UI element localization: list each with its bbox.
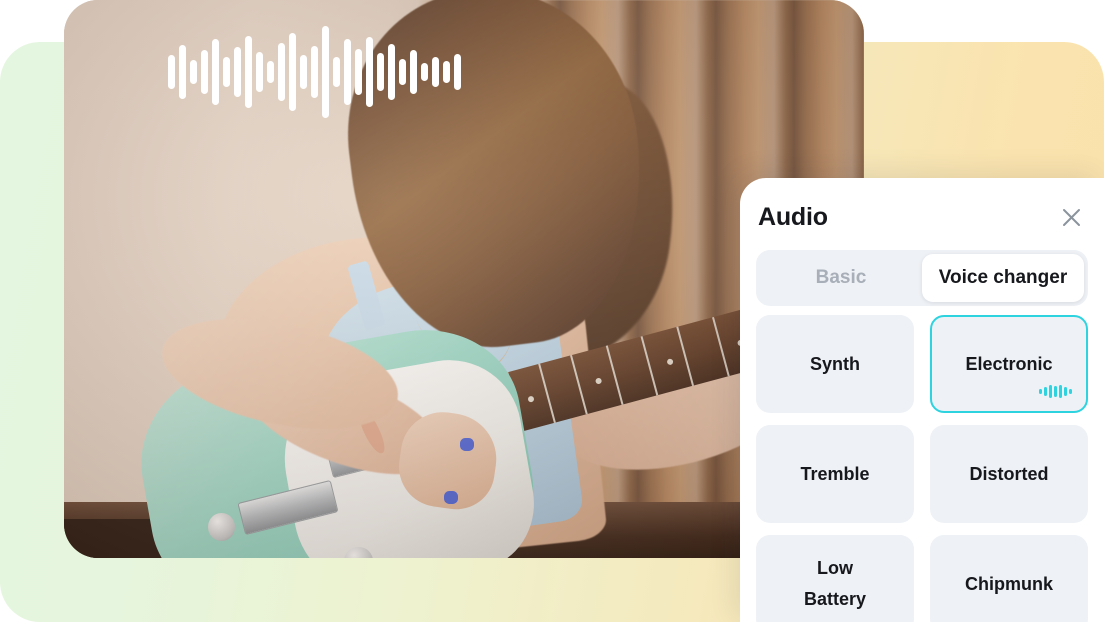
effect-card-label: Tremble [800,463,870,484]
waveform-bar [245,36,252,108]
waveform-bar [355,49,362,95]
screen-root: Audio Basic Voice changer Synth Electroni… [0,0,1104,622]
effect-card-label: Distorted [969,463,1049,484]
waveform-bar [234,47,241,97]
waveform-bar [344,39,351,105]
waveform-bar [300,55,307,89]
waveform-bar [289,33,296,111]
effect-card-label: Synth [809,353,860,374]
waveform-bar [432,57,439,87]
waveform-bar [322,26,329,118]
close-icon [1062,208,1080,226]
waveform-bar [256,52,263,92]
waveform-bar [223,57,230,87]
waveform-bar [377,53,384,91]
waveform-bar [333,57,340,87]
close-button[interactable] [1056,202,1086,232]
audio-mode-tabs: Basic Voice changer [756,250,1088,306]
page-title: Audio [758,202,828,231]
effect-card-label: Low Battery [803,558,867,609]
voice-effect-grid: Synth Electronic Tremble Distorted Low Batter… [756,315,1088,622]
waveform-bar [443,61,450,83]
waveform-bar [311,46,318,98]
waveform-bar [399,59,406,85]
effect-card-distorted[interactable]: Distorted [930,425,1088,523]
waveform-bar [179,45,186,99]
effect-card-chipmunk[interactable]: Chipmunk [930,535,1088,622]
waveform-bar [201,50,208,94]
waveform-bar [388,44,395,100]
audio-panel: Audio Basic Voice changer Synth Electroni… [740,178,1104,622]
waveform-bar [278,43,285,101]
audio-waveform-icon [168,25,461,119]
effect-card-low-battery[interactable]: Low Battery [756,535,914,622]
waveform-bar [168,55,175,89]
waveform-bar [267,61,274,83]
photo-nail-2 [444,491,458,505]
waveform-bar [454,54,461,90]
playing-waveform-icon [1039,383,1072,399]
effect-card-tremble[interactable]: Tremble [756,425,914,523]
effect-card-label: Chipmunk [965,573,1053,594]
waveform-bar [410,50,417,94]
waveform-bar [366,37,373,107]
effect-card-electronic[interactable]: Electronic [930,315,1088,413]
photo-nail-1 [460,438,474,452]
waveform-bar [190,60,197,84]
waveform-bar [421,63,428,81]
effect-card-label: Electronic [965,353,1053,374]
waveform-bar [212,39,219,105]
tab-voice-changer[interactable]: Voice changer [922,254,1084,302]
tab-basic[interactable]: Basic [760,254,922,302]
audio-panel-header: Audio [758,194,1086,240]
effect-card-synth[interactable]: Synth [756,315,914,413]
